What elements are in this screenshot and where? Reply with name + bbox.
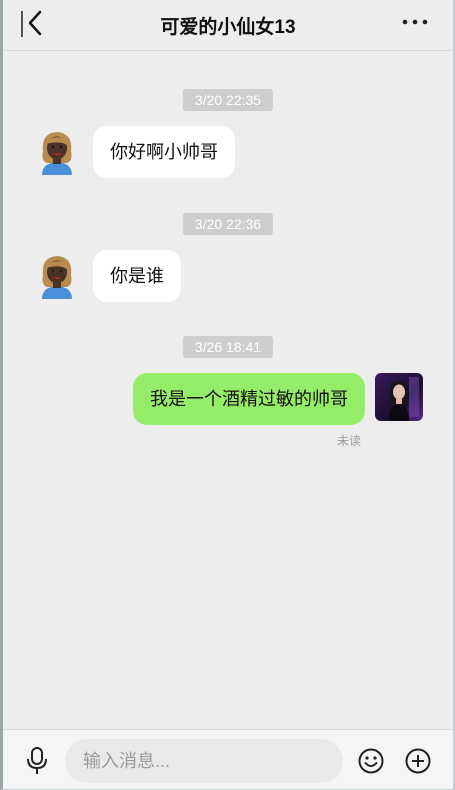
contact-avatar[interactable] (33, 127, 81, 175)
message-input[interactable] (65, 739, 343, 783)
voice-button[interactable] (23, 746, 51, 776)
chat-title: 可爱的小仙女13 (160, 17, 296, 38)
chat-header: 可爱的小仙女13 (3, 0, 453, 51)
input-bar (3, 729, 453, 789)
unread-status: 未读 (337, 434, 362, 448)
message-bubble-incoming[interactable]: 你是谁 (93, 250, 181, 302)
message-list[interactable]: 3/20 22:35 你好啊小帅哥 3/20 22:36 你是谁 3/26 18 (3, 51, 453, 730)
message-bubble-incoming[interactable]: 你好啊小帅哥 (93, 126, 235, 178)
message-bubble-outgoing[interactable]: 我是一个酒精过敏的帅哥 (133, 373, 365, 425)
timestamp: 3/20 22:36 (182, 213, 274, 235)
timestamp: 3/20 22:35 (182, 89, 274, 111)
smiley-icon (358, 748, 384, 774)
more-actions-button[interactable] (404, 747, 432, 775)
microphone-icon (27, 747, 47, 774)
contact-avatar[interactable] (33, 251, 81, 299)
avatar-photo-icon (375, 373, 423, 421)
emoji-button[interactable] (357, 747, 385, 775)
avatar-woman-icon (42, 256, 72, 299)
back-button[interactable] (18, 9, 48, 39)
timestamp: 3/26 18:41 (182, 336, 274, 358)
chevron-left-icon (21, 10, 42, 37)
more-horizontal-icon (402, 19, 428, 25)
user-avatar[interactable] (375, 373, 423, 421)
plus-circle-icon (405, 748, 431, 774)
avatar-woman-icon (42, 132, 72, 175)
more-options-button[interactable] (401, 10, 431, 36)
